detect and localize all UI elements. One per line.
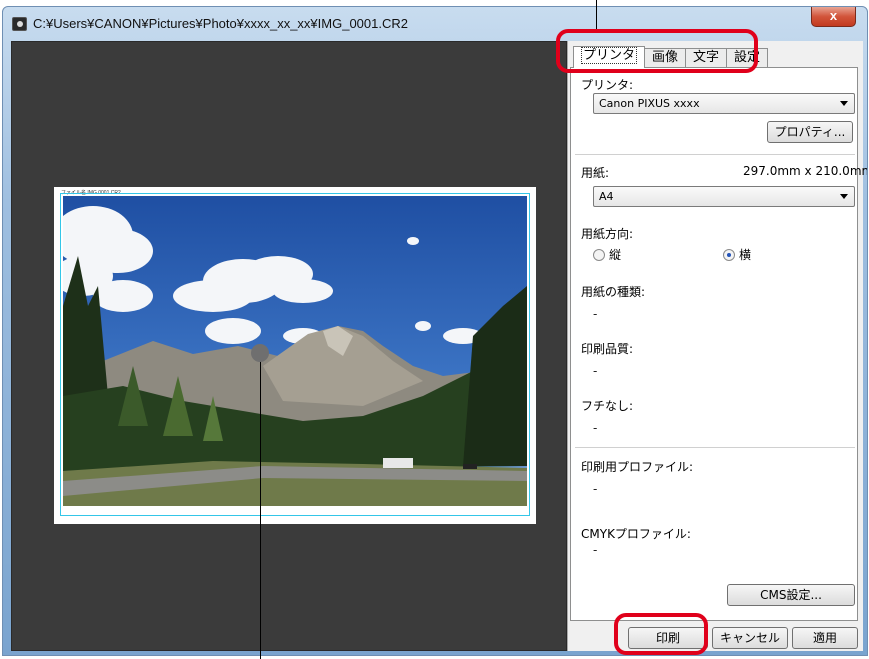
print-profile-label: 印刷用プロファイル: [581,460,694,474]
print-quality-value: - [593,364,598,378]
paper-preview: ファイル名 IMG 0001.CR2 [54,187,536,524]
print-button[interactable]: 印刷 [628,627,708,649]
paper-select-value: A4 [599,190,614,203]
orientation-landscape-radio[interactable]: 横 [723,246,751,263]
cms-settings-button[interactable]: CMS設定... [727,584,855,606]
settings-panel: プリンタ 画像 文字 設定 プリンタ: Canon PIXUS xxxx プロパ… [567,41,867,651]
printer-select[interactable]: Canon PIXUS xxxx [593,93,855,114]
paper-type-label: 用紙の種類: [581,285,646,299]
tab-printer-label: プリンタ [581,47,638,64]
callout-line-tabs [596,0,597,30]
photo-image[interactable] [63,196,527,506]
tab-settings[interactable]: 設定 [726,48,769,68]
orientation-portrait-radio[interactable]: 縦 [593,246,621,263]
properties-button[interactable]: プロパティ... [767,121,853,143]
orientation-label: 用紙方向: [581,227,634,241]
tab-image[interactable]: 画像 [644,48,687,68]
paper-select[interactable]: A4 [593,186,855,207]
tab-content-printer: プリンタ: Canon PIXUS xxxx プロパティ... 用紙: 297.… [570,67,867,621]
paper-label: 用紙: [581,166,610,180]
cmyk-profile-label: CMYKプロファイル: [581,527,691,541]
orientation-group: 縦 横 [593,246,853,262]
divider [575,154,855,155]
printer-select-value: Canon PIXUS xxxx [599,97,700,110]
cmyk-profile-value: - [593,543,598,557]
radio-unchecked-icon [593,248,605,261]
callout-line-preview [260,352,261,659]
paper-size-text: 297.0mm x 210.0mm [743,164,868,178]
radio-checked-icon [723,248,735,261]
print-preview-area: ファイル名 IMG 0001.CR2 [11,41,567,651]
app-window: C:¥Users¥CANON¥Pictures¥Photo¥xxxx_xx_xx… [2,6,868,656]
chevron-down-icon [840,194,848,199]
orientation-portrait-label: 縦 [609,248,622,262]
title-bar[interactable]: C:¥Users¥CANON¥Pictures¥Photo¥xxxx_xx_xx… [3,7,867,39]
tab-printer[interactable]: プリンタ [573,46,646,68]
tab-text[interactable]: 文字 [685,48,728,68]
orientation-landscape-label: 横 [739,248,752,262]
print-profile-value: - [593,482,598,496]
tab-bar: プリンタ 画像 文字 設定 [573,46,769,68]
print-quality-label: 印刷品質: [581,342,634,356]
camera-icon [12,17,27,31]
chevron-down-icon [840,101,848,106]
divider [575,447,855,448]
printer-label: プリンタ: [581,78,634,92]
close-button[interactable]: x [811,7,856,27]
cancel-button[interactable]: キャンセル [712,627,788,649]
dialog-footer: 印刷 キャンセル 適用 [568,621,864,651]
window-title: C:¥Users¥CANON¥Pictures¥Photo¥xxxx_xx_xx… [33,16,408,31]
apply-button[interactable]: 適用 [792,627,858,649]
paper-type-value: - [593,307,598,321]
callout-dot [251,344,269,362]
borderless-label: フチなし: [581,399,634,413]
borderless-value: - [593,421,598,435]
